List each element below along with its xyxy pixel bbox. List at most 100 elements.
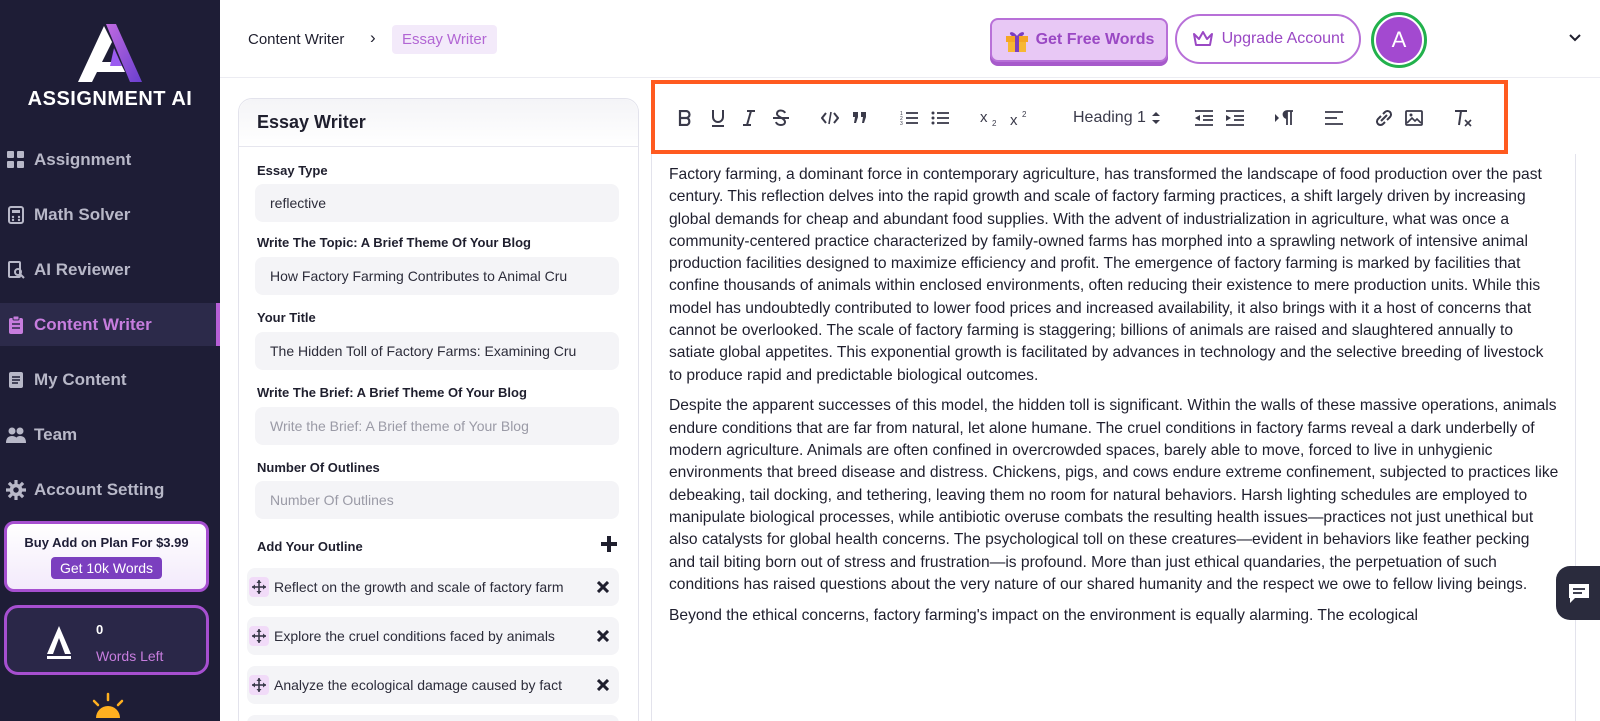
strikethrough-icon[interactable] xyxy=(773,106,789,130)
get-free-words-label: Get Free Words xyxy=(1035,31,1155,48)
logo-icon xyxy=(78,24,142,82)
drag-handle-icon[interactable] xyxy=(249,626,269,646)
outlines-count-label: Number Of Outlines xyxy=(257,460,380,475)
add-outline-label: Add Your Outline xyxy=(257,539,363,554)
breadcrumb-essay-writer[interactable]: Essay Writer xyxy=(392,25,497,54)
grid-icon xyxy=(6,150,26,170)
drag-handle-icon[interactable] xyxy=(249,577,269,597)
outline-text: Explore the cruel conditions faced by an… xyxy=(274,628,555,644)
words-left-label: Words Left xyxy=(96,648,164,664)
ordered-list-icon[interactable]: 123 xyxy=(900,106,918,130)
sidebar-item-label: Math Solver xyxy=(34,204,131,224)
sidebar-nav: Assignment Math Solver AI Reviewer Conte… xyxy=(0,138,220,523)
essay-paragraph: Factory farming, a dominant force in con… xyxy=(669,166,1544,384)
outlines-count-input[interactable] xyxy=(255,481,619,519)
heading-select[interactable]: Heading 1 xyxy=(1073,106,1161,130)
code-icon[interactable] xyxy=(821,106,839,130)
title-input[interactable] xyxy=(255,332,619,370)
svg-text:x: x xyxy=(980,109,988,126)
up-down-icon xyxy=(1151,112,1160,124)
outline-item[interactable]: Explore the cruel conditions faced by an… xyxy=(247,617,619,655)
essay-type-select[interactable]: reflective xyxy=(255,184,619,222)
sidebar-item-ai-reviewer[interactable]: AI Reviewer xyxy=(0,248,220,291)
user-avatar[interactable]: A xyxy=(1371,12,1427,68)
get-10k-words-button[interactable]: Get 10k Words xyxy=(50,557,163,579)
essay-paragraph: Despite the apparent successes of this m… xyxy=(669,397,1559,593)
get-free-words-button[interactable]: Get Free Words xyxy=(990,18,1168,62)
sidebar-item-label: Content Writer xyxy=(34,314,152,334)
chat-button[interactable] xyxy=(1556,566,1600,620)
sidebar-item-label: Account Setting xyxy=(34,479,165,499)
bullet-list-icon[interactable] xyxy=(931,106,949,130)
italic-icon[interactable] xyxy=(743,106,755,130)
document-search-icon xyxy=(6,260,26,280)
blockquote-icon[interactable] xyxy=(852,106,868,130)
breadcrumb-content-writer[interactable]: Content Writer xyxy=(248,31,344,48)
brand-logo[interactable]: ASSIGNMENT AI xyxy=(0,22,220,111)
chat-icon xyxy=(1569,584,1589,603)
sidebar-item-team[interactable]: Team xyxy=(0,413,220,456)
avatar-letter: A xyxy=(1376,17,1422,63)
brief-input[interactable] xyxy=(255,407,619,445)
gear-icon xyxy=(6,479,26,500)
plus-icon[interactable] xyxy=(601,536,617,552)
gift-icon xyxy=(1005,32,1028,52)
essay-type-label: Essay Type xyxy=(257,163,328,178)
bold-icon[interactable] xyxy=(678,106,692,130)
close-icon[interactable] xyxy=(593,679,613,691)
align-left-icon[interactable] xyxy=(1325,106,1343,130)
brief-label: Write The Brief: A Brief Theme Of Your B… xyxy=(257,385,527,400)
chevron-down-icon[interactable] xyxy=(1567,30,1583,46)
crown-icon xyxy=(1192,31,1213,46)
sidebar-item-label: Assignment xyxy=(34,149,132,169)
sidebar-item-account-setting[interactable]: Account Setting xyxy=(0,468,220,511)
sidebar-item-assignment[interactable]: Assignment xyxy=(0,138,220,181)
brand-a-icon xyxy=(47,626,71,659)
top-bar: Content Writer › Essay Writer Get Free W… xyxy=(220,0,1600,78)
svg-text:2: 2 xyxy=(992,119,997,127)
topic-input[interactable] xyxy=(255,257,619,295)
heading-select-value: Heading 1 xyxy=(1073,109,1146,126)
clipboard-icon xyxy=(6,315,26,335)
promo-text: Buy Add on Plan For $3.99 xyxy=(24,535,189,550)
title-label: Your Title xyxy=(257,310,316,325)
essay-editor[interactable]: Factory farming, a dominant force in con… xyxy=(651,154,1576,721)
editor-toolbar: 123 x2 x2 Heading 1 xyxy=(651,80,1508,154)
sidebar-item-math-solver[interactable]: Math Solver xyxy=(0,193,220,236)
words-left-card: 0 Words Left xyxy=(4,605,209,675)
underline-icon[interactable] xyxy=(710,106,726,130)
upgrade-account-button[interactable]: Upgrade Account xyxy=(1175,14,1361,64)
svg-text:x: x xyxy=(1010,112,1018,127)
close-icon[interactable] xyxy=(593,581,613,593)
link-icon[interactable] xyxy=(1375,106,1393,130)
sun-icon[interactable] xyxy=(88,692,128,718)
outline-item[interactable]: Analyze the ecological damage caused by … xyxy=(247,666,619,704)
calculator-icon xyxy=(6,205,26,225)
brand-name: ASSIGNMENT AI xyxy=(27,88,193,110)
close-icon[interactable] xyxy=(593,630,613,642)
addon-promo: Buy Add on Plan For $3.99 Get 10k Words xyxy=(4,521,209,592)
words-left-count: 0 xyxy=(96,622,104,637)
form-title: Essay Writer xyxy=(239,99,638,147)
image-icon[interactable] xyxy=(1405,106,1423,130)
outdent-icon[interactable] xyxy=(1195,106,1213,130)
subscript-icon[interactable]: x2 xyxy=(980,106,1000,130)
sidebar-item-label: Team xyxy=(34,424,78,444)
outline-text: Analyze the ecological damage caused by … xyxy=(274,677,562,693)
topic-label: Write The Topic: A Brief Theme Of Your B… xyxy=(257,235,531,250)
team-icon xyxy=(6,425,26,445)
outline-item[interactable] xyxy=(247,715,619,721)
superscript-icon[interactable]: x2 xyxy=(1010,106,1030,130)
text-direction-icon[interactable] xyxy=(1275,106,1295,130)
svg-text:3: 3 xyxy=(900,121,903,126)
outline-item[interactable]: Reflect on the growth and scale of facto… xyxy=(247,568,619,606)
indent-icon[interactable] xyxy=(1226,106,1244,130)
drag-handle-icon[interactable] xyxy=(249,675,269,695)
sidebar: ASSIGNMENT AI Assignment Math Solver AI … xyxy=(0,0,220,721)
essay-form-panel: Essay Writer Essay Type reflective Write… xyxy=(238,98,639,721)
sidebar-item-label: My Content xyxy=(34,369,127,389)
sidebar-item-my-content[interactable]: My Content xyxy=(0,358,220,401)
sidebar-item-label: AI Reviewer xyxy=(34,259,131,279)
sidebar-item-content-writer[interactable]: Content Writer xyxy=(0,303,220,346)
clear-format-icon[interactable] xyxy=(1453,106,1473,130)
